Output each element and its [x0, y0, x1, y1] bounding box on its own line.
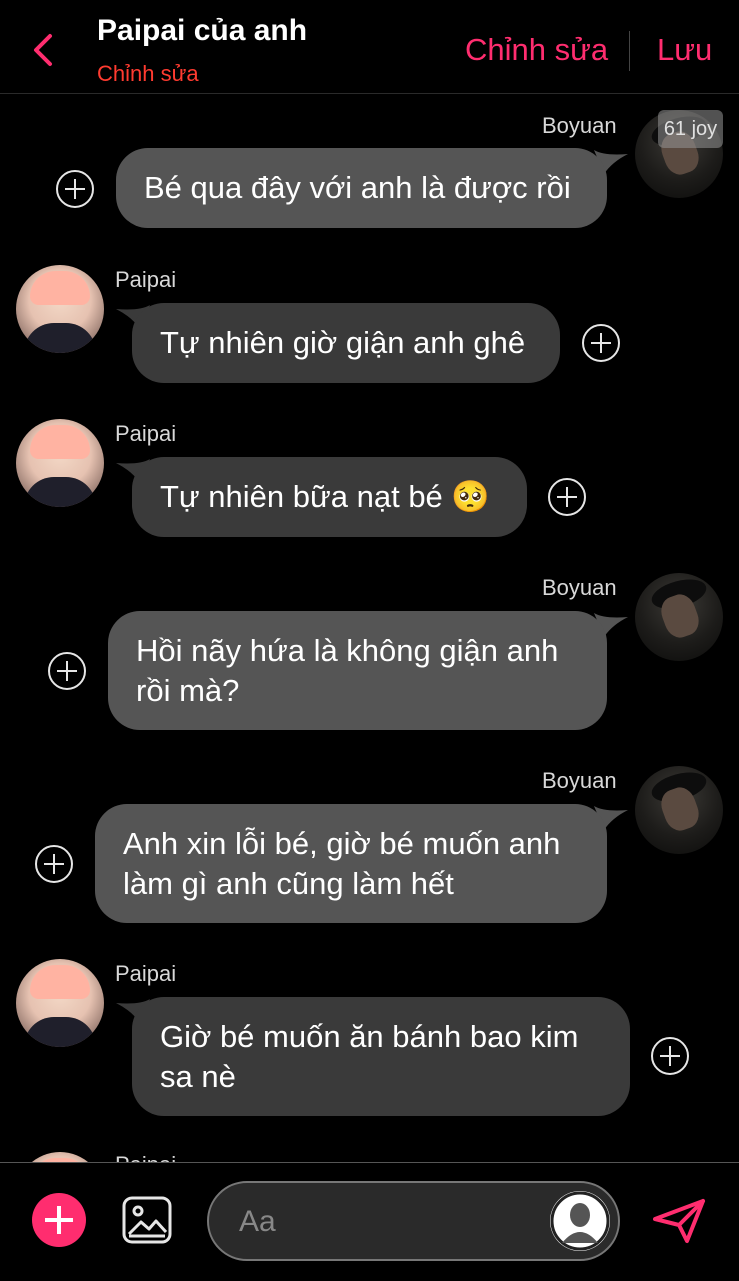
- add-reaction-button[interactable]: [651, 1037, 689, 1075]
- message-bubble[interactable]: Giờ bé muốn ăn bánh bao kim sa nè: [132, 997, 630, 1116]
- message-bubble[interactable]: Tự nhiên bữa nạt bé 🥺: [132, 457, 527, 537]
- avatar-paipai[interactable]: [16, 419, 104, 507]
- message-text-line: Anh xin lỗi bé, giờ bé muốn anh: [123, 826, 561, 861]
- sender-name: Paipai: [115, 421, 177, 446]
- message-input[interactable]: Aa: [207, 1181, 620, 1261]
- message-bubble[interactable]: Bé qua đây với anh là được rồi: [116, 148, 607, 228]
- watermark: 61 joy: [658, 110, 723, 148]
- message-bubble[interactable]: Anh xin lỗi bé, giờ bé muốn anh làm gì a…: [95, 804, 607, 923]
- sender-name: Boyuan: [542, 768, 617, 793]
- add-reaction-button[interactable]: [56, 170, 94, 208]
- message-text: Tự nhiên bữa nạt bé 🥺: [160, 479, 491, 514]
- save-button[interactable]: Lưu: [657, 32, 712, 68]
- message-text-line: sa nè: [160, 1059, 236, 1094]
- chat-subtitle[interactable]: Chỉnh sửa: [97, 61, 199, 87]
- user-silhouette-icon[interactable]: [550, 1191, 610, 1251]
- message-text-line: rồi mà?: [136, 673, 240, 708]
- message-text: Tự nhiên giờ giận anh ghê: [160, 325, 526, 360]
- chat-header: Paipai của anh Chỉnh sửa Chỉnh sửa Lưu: [0, 0, 739, 94]
- message-input-placeholder: Aa: [239, 1205, 276, 1238]
- add-reaction-button[interactable]: [582, 324, 620, 362]
- avatar-paipai[interactable]: [16, 959, 104, 1047]
- sender-name: Boyuan: [542, 113, 617, 138]
- chat-title: Paipai của anh: [97, 14, 308, 47]
- avatar-boyuan[interactable]: [635, 766, 723, 854]
- message-text-line: Giờ bé muốn ăn bánh bao kim: [160, 1019, 579, 1054]
- avatar-paipai[interactable]: [16, 265, 104, 353]
- sender-name: Paipai: [115, 267, 177, 292]
- message-text: Bé qua đây với anh là được rồi: [144, 170, 571, 205]
- message-text-line: Hồi nãy hứa là không giận anh: [136, 633, 559, 668]
- header-divider: [629, 31, 630, 71]
- message-text-line: làm gì anh cũng làm hết: [123, 866, 454, 901]
- send-icon[interactable]: [651, 1197, 707, 1245]
- add-reaction-button[interactable]: [35, 845, 73, 883]
- edit-button[interactable]: Chỉnh sửa: [465, 32, 608, 68]
- add-attachment-button[interactable]: [32, 1193, 86, 1247]
- add-reaction-button[interactable]: [548, 478, 586, 516]
- avatar-boyuan[interactable]: [635, 573, 723, 661]
- composer-bar: Aa: [0, 1162, 739, 1281]
- message-bubble[interactable]: Hồi nãy hứa là không giận anh rồi mà?: [108, 611, 607, 730]
- image-icon[interactable]: [122, 1196, 172, 1244]
- sender-name: Paipai: [115, 961, 177, 986]
- message-bubble[interactable]: Tự nhiên giờ giận anh ghê: [132, 303, 560, 383]
- back-chevron-icon[interactable]: [28, 30, 60, 70]
- sender-name: Boyuan: [542, 575, 617, 600]
- add-reaction-button[interactable]: [48, 652, 86, 690]
